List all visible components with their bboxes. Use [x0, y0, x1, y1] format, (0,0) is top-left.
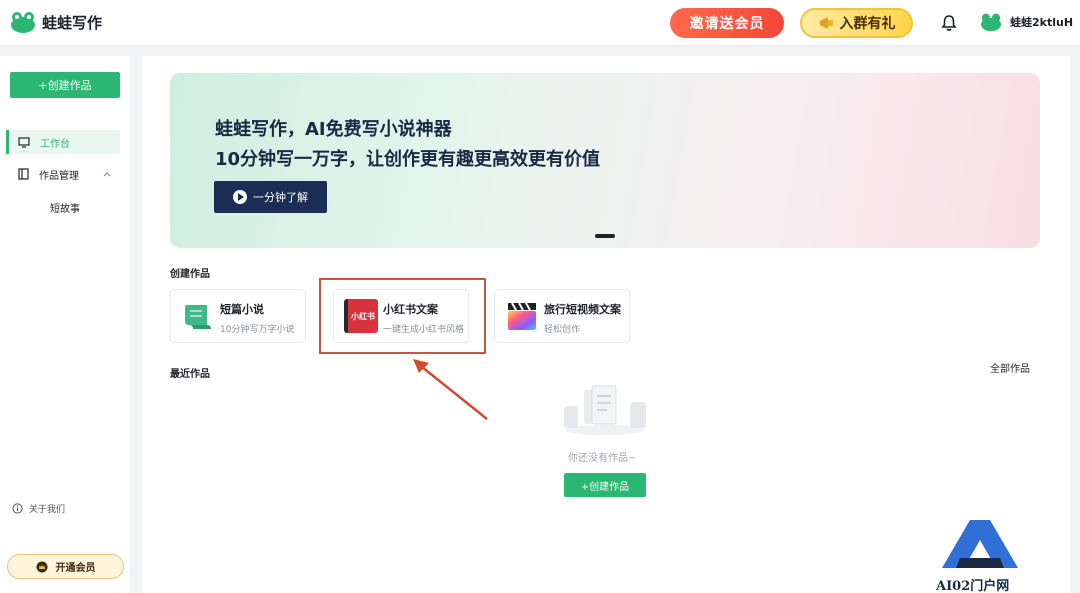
create-work-button[interactable]: +创建作品: [10, 72, 120, 98]
megaphone-icon: [819, 17, 833, 29]
chevron-up-icon: [103, 172, 111, 177]
card-title: 短篇小说: [220, 303, 264, 316]
empty-state-create-button[interactable]: +创建作品: [564, 473, 646, 497]
card-short-novel[interactable]: 短篇小说 10分钟写万字小说: [170, 289, 306, 343]
sidebar-subitem-short-story[interactable]: 短故事: [50, 200, 80, 215]
user-name: 蛙蛙2ktluH: [1010, 16, 1074, 29]
about-us-label: 关于我们: [29, 505, 66, 515]
card-travel-video-copy[interactable]: 旅行短视频文案 轻松创作: [494, 289, 630, 343]
sidebar-item-works-management[interactable]: 作品管理: [6, 162, 120, 186]
banner-headline: 蛙蛙写作，AI免费写小说神器: [215, 119, 452, 140]
top-header: 蛙蛙写作 邀请送会员 入群有礼 蛙蛙2ktluH: [0, 0, 1080, 46]
sidebar: +创建作品 工作台 作品管理 短故事 关于我们 开通会员: [0, 56, 130, 593]
app-logo[interactable]: 蛙蛙写作: [10, 10, 102, 34]
app-name: 蛙蛙写作: [42, 13, 103, 32]
about-us-link[interactable]: 关于我们: [12, 502, 65, 515]
learn-in-one-minute-button[interactable]: 一分钟了解: [214, 181, 327, 213]
clapperboard-icon: [508, 302, 536, 330]
bell-icon[interactable]: [940, 14, 958, 32]
open-vip-button[interactable]: 开通会员: [7, 554, 124, 579]
open-vip-label: 开通会员: [55, 563, 96, 574]
highlight-annotation-box: [319, 278, 486, 354]
create-section-title: 创建作品: [170, 269, 210, 280]
promo-banner[interactable]: 蛙蛙写作，AI免费写小说神器 10分钟写一万字，让创作更有趣更高效更有价值 一分…: [170, 73, 1040, 248]
learn-button-label: 一分钟了解: [253, 191, 308, 204]
info-icon: [12, 503, 23, 514]
scroll-icon: [185, 305, 211, 329]
recent-section-title: 最近作品: [170, 369, 210, 380]
watermark-text: AI02门户网: [936, 579, 1010, 593]
empty-state-illustration: [564, 385, 646, 435]
sidebar-item-label: 作品管理: [39, 170, 79, 182]
banner-subheadline: 10分钟写一万字，让创作更有趣更高效更有价值: [215, 149, 601, 170]
join-group-label: 入群有礼: [839, 16, 896, 32]
monitor-icon: [18, 136, 30, 148]
carousel-indicator[interactable]: [595, 234, 615, 238]
join-group-button[interactable]: 入群有礼: [800, 8, 913, 38]
annotation-arrow: [413, 359, 488, 420]
frog-logo-icon: [11, 12, 35, 33]
empty-state-text: 你还没有作品~: [568, 453, 637, 464]
play-icon: [233, 190, 247, 204]
sidebar-item-workbench[interactable]: 工作台: [6, 130, 120, 154]
card-desc: 10分钟写万字小说: [220, 325, 295, 335]
all-works-link[interactable]: 全部作品: [990, 360, 1030, 375]
book-icon: [18, 168, 29, 180]
invite-member-button[interactable]: 邀请送会员: [670, 8, 784, 38]
avatar: [981, 13, 1001, 32]
card-desc: 轻松创作: [544, 325, 581, 335]
vip-crown-icon: [36, 561, 47, 572]
sidebar-item-label: 工作台: [40, 138, 70, 150]
user-menu[interactable]: 蛙蛙2ktluH: [980, 12, 1073, 32]
card-title: 旅行短视频文案: [544, 303, 621, 316]
main-panel: 蛙蛙写作，AI免费写小说神器 10分钟写一万字，让创作更有趣更高效更有价值 一分…: [142, 56, 1070, 593]
